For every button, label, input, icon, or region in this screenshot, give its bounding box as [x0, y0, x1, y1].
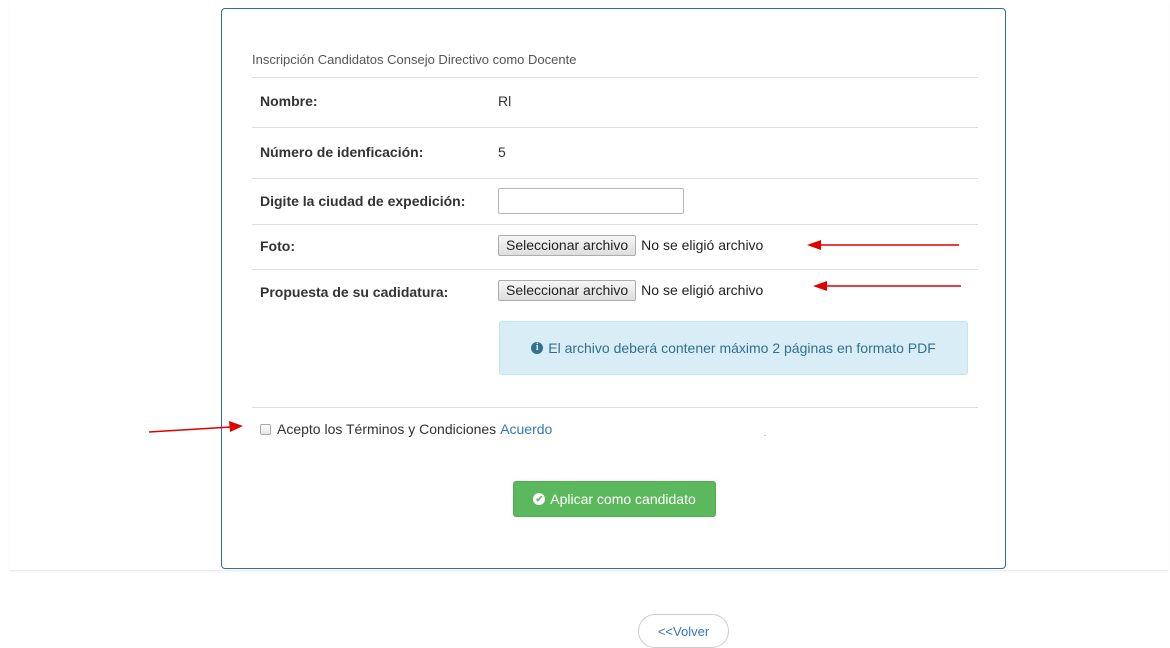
identificacion-value: 5 [498, 144, 506, 160]
back-button-label: <<Volver [657, 623, 710, 639]
panel-title: Inscripción Candidatos Consejo Directivo… [252, 52, 577, 67]
annotation-arrow-propuesta [813, 281, 961, 291]
foto-select-file-button[interactable]: Seleccionar archivo [498, 234, 637, 256]
annotation-arrow-terms [148, 421, 243, 433]
foto-label: Foto: [260, 238, 295, 254]
info-circle-icon: i [531, 342, 544, 354]
terms-divider [252, 407, 978, 409]
row-identificacion: Número de idenficación: 5 [252, 127, 978, 179]
pdf-info-alert: i El archivo deberá contener máximo 2 pá… [499, 321, 968, 375]
propuesta-select-file-button[interactable]: Seleccionar archivo [498, 279, 637, 301]
apply-button-label: Aplicar como candidato [550, 491, 696, 507]
ciudad-label: Digite la ciudad de expedición: [260, 193, 466, 209]
foto-file-input: Seleccionar archivo No se eligió archivo [498, 234, 763, 256]
nombre-label: Nombre: [260, 93, 318, 109]
propuesta-label: Propuesta de su cadidatura: [260, 284, 449, 300]
row-nombre: Nombre: Rl [252, 77, 978, 128]
row-ciudad: Digite la ciudad de expedición: [252, 178, 978, 225]
propuesta-file-status: No se eligió archivo [641, 282, 764, 298]
apply-candidate-button[interactable]: ✔ Aplicar como candidato [513, 481, 716, 517]
nombre-value: Rl [498, 93, 512, 109]
foto-file-status: No se eligió archivo [641, 237, 764, 253]
terms-label[interactable]: Acepto los Términos y Condiciones [277, 421, 496, 437]
identificacion-label: Número de idenficación: [260, 144, 424, 160]
stray-dot [764, 435, 766, 436]
back-button[interactable]: <<Volver [638, 614, 729, 648]
terms-checkbox[interactable] [260, 423, 271, 435]
check-circle-icon: ✔ [533, 493, 546, 505]
pdf-info-text: El archivo deberá contener máximo 2 pági… [548, 340, 936, 356]
propuesta-file-input: Seleccionar archivo No se eligió archivo [498, 279, 763, 301]
terms-row: Acepto los Términos y Condiciones Acuerd… [260, 421, 552, 437]
terms-agreement-link[interactable]: Acuerdo [500, 421, 552, 437]
annotation-arrow-foto [807, 240, 959, 250]
ciudad-expedicion-input[interactable] [498, 188, 684, 214]
